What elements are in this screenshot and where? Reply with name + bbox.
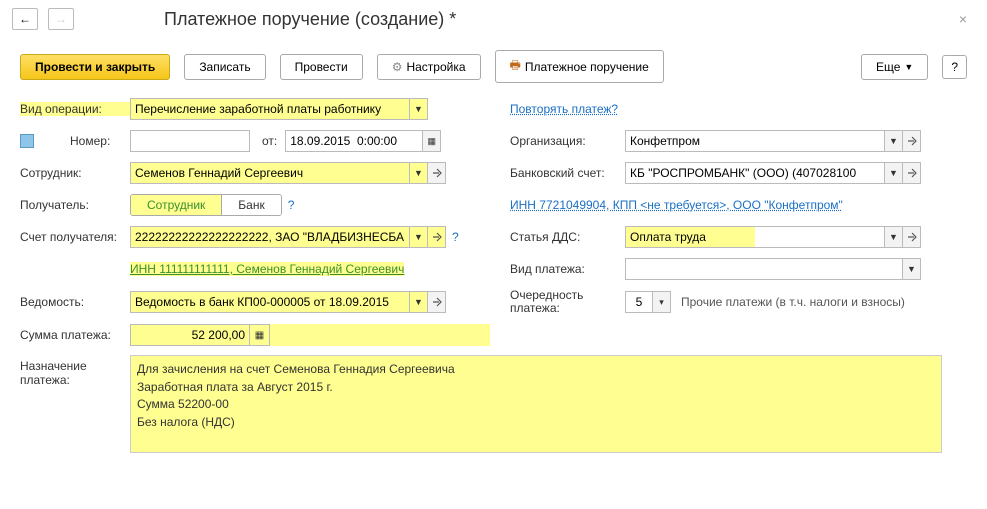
settings-button[interactable]: ⚙Настройка bbox=[377, 54, 481, 80]
print-button[interactable]: 🖶Платежное поручение bbox=[495, 50, 664, 83]
inn-employee-link[interactable]: ИНН 111111111111, Семенов Геннадий Серге… bbox=[130, 262, 404, 276]
payee-acc-input[interactable] bbox=[130, 226, 410, 248]
document-icon bbox=[20, 134, 34, 148]
bank-acc-open-icon[interactable] bbox=[903, 162, 921, 184]
help-button[interactable]: ? bbox=[942, 55, 967, 79]
calculator-icon[interactable]: ▦ bbox=[250, 324, 270, 346]
queue-stepper[interactable]: ▾ bbox=[653, 291, 671, 313]
org-input[interactable] bbox=[625, 130, 885, 152]
close-icon[interactable]: × bbox=[951, 11, 975, 27]
op-type-label: Вид операции: bbox=[20, 102, 130, 116]
gear-icon: ⚙ bbox=[392, 60, 403, 74]
pay-kind-input[interactable] bbox=[625, 258, 903, 280]
vedomost-open-icon[interactable] bbox=[428, 291, 446, 313]
queue-desc: Прочие платежи (в т.ч. налоги и взносы) bbox=[681, 295, 905, 309]
vedomost-dropdown[interactable]: ▼ bbox=[410, 291, 428, 313]
pay-kind-dropdown[interactable]: ▼ bbox=[903, 258, 921, 280]
write-button[interactable]: Записать bbox=[184, 54, 265, 80]
amount-label: Сумма платежа: bbox=[20, 328, 130, 342]
dds-dropdown[interactable]: ▼ bbox=[885, 226, 903, 248]
number-label: Номер: bbox=[70, 134, 130, 148]
payee-acc-open-icon[interactable] bbox=[428, 226, 446, 248]
date-picker-icon[interactable]: ▦ bbox=[423, 130, 441, 152]
employee-dropdown[interactable]: ▼ bbox=[410, 162, 428, 184]
nav-back[interactable]: ← bbox=[12, 8, 38, 30]
toggle-employee[interactable]: Сотрудник bbox=[131, 195, 221, 215]
queue-label: Очередность платежа: bbox=[510, 289, 625, 315]
org-open-icon[interactable] bbox=[903, 130, 921, 152]
purpose-textarea[interactable]: Для зачисления на счет Семенова Геннадия… bbox=[130, 355, 942, 453]
payee-acc-dropdown[interactable]: ▼ bbox=[410, 226, 428, 248]
amount-input[interactable] bbox=[130, 324, 250, 346]
purpose-label: Назначение платежа: bbox=[20, 355, 130, 387]
vedomost-label: Ведомость: bbox=[20, 295, 130, 309]
dds-label: Статья ДДС: bbox=[510, 230, 625, 244]
pay-kind-label: Вид платежа: bbox=[510, 262, 625, 276]
org-dropdown[interactable]: ▼ bbox=[885, 130, 903, 152]
queue-input[interactable] bbox=[625, 291, 653, 313]
employee-input[interactable] bbox=[130, 162, 410, 184]
printer-icon: 🖶 bbox=[510, 56, 521, 77]
inn-org-link[interactable]: ИНН 7721049904, КПП <не требуется>, ООО … bbox=[510, 198, 843, 212]
help-icon[interactable]: ? bbox=[288, 198, 295, 212]
post-button[interactable]: Провести bbox=[280, 54, 363, 80]
chevron-down-icon: ▼ bbox=[904, 62, 913, 72]
date-input[interactable] bbox=[285, 130, 423, 152]
vedomost-input[interactable] bbox=[130, 291, 410, 313]
employee-open-icon[interactable] bbox=[428, 162, 446, 184]
payee-label: Получатель: bbox=[20, 198, 130, 212]
from-label: от: bbox=[262, 134, 277, 148]
more-button[interactable]: Еще ▼ bbox=[861, 54, 928, 80]
repeat-payment-link[interactable]: Повторять платеж? bbox=[510, 102, 618, 116]
post-and-close-button[interactable]: Провести и закрыть bbox=[20, 54, 170, 80]
page-title: Платежное поручение (создание) * bbox=[164, 9, 456, 30]
op-type-input[interactable] bbox=[130, 98, 410, 120]
payee-acc-label: Счет получателя: bbox=[20, 230, 130, 244]
dds-input-tail[interactable] bbox=[755, 226, 885, 248]
nav-forward[interactable]: → bbox=[48, 8, 74, 30]
dds-open-icon[interactable] bbox=[903, 226, 921, 248]
payee-toggle: Сотрудник Банк bbox=[130, 194, 282, 216]
toggle-bank[interactable]: Банк bbox=[221, 195, 280, 215]
number-input[interactable] bbox=[130, 130, 250, 152]
bank-acc-dropdown[interactable]: ▼ bbox=[885, 162, 903, 184]
employee-label: Сотрудник: bbox=[20, 166, 130, 180]
bank-acc-label: Банковский счет: bbox=[510, 166, 625, 180]
org-label: Организация: bbox=[510, 134, 625, 148]
help-icon-2[interactable]: ? bbox=[452, 230, 459, 244]
bank-acc-input[interactable] bbox=[625, 162, 885, 184]
op-type-dropdown[interactable]: ▼ bbox=[410, 98, 428, 120]
dds-input[interactable] bbox=[625, 226, 755, 248]
